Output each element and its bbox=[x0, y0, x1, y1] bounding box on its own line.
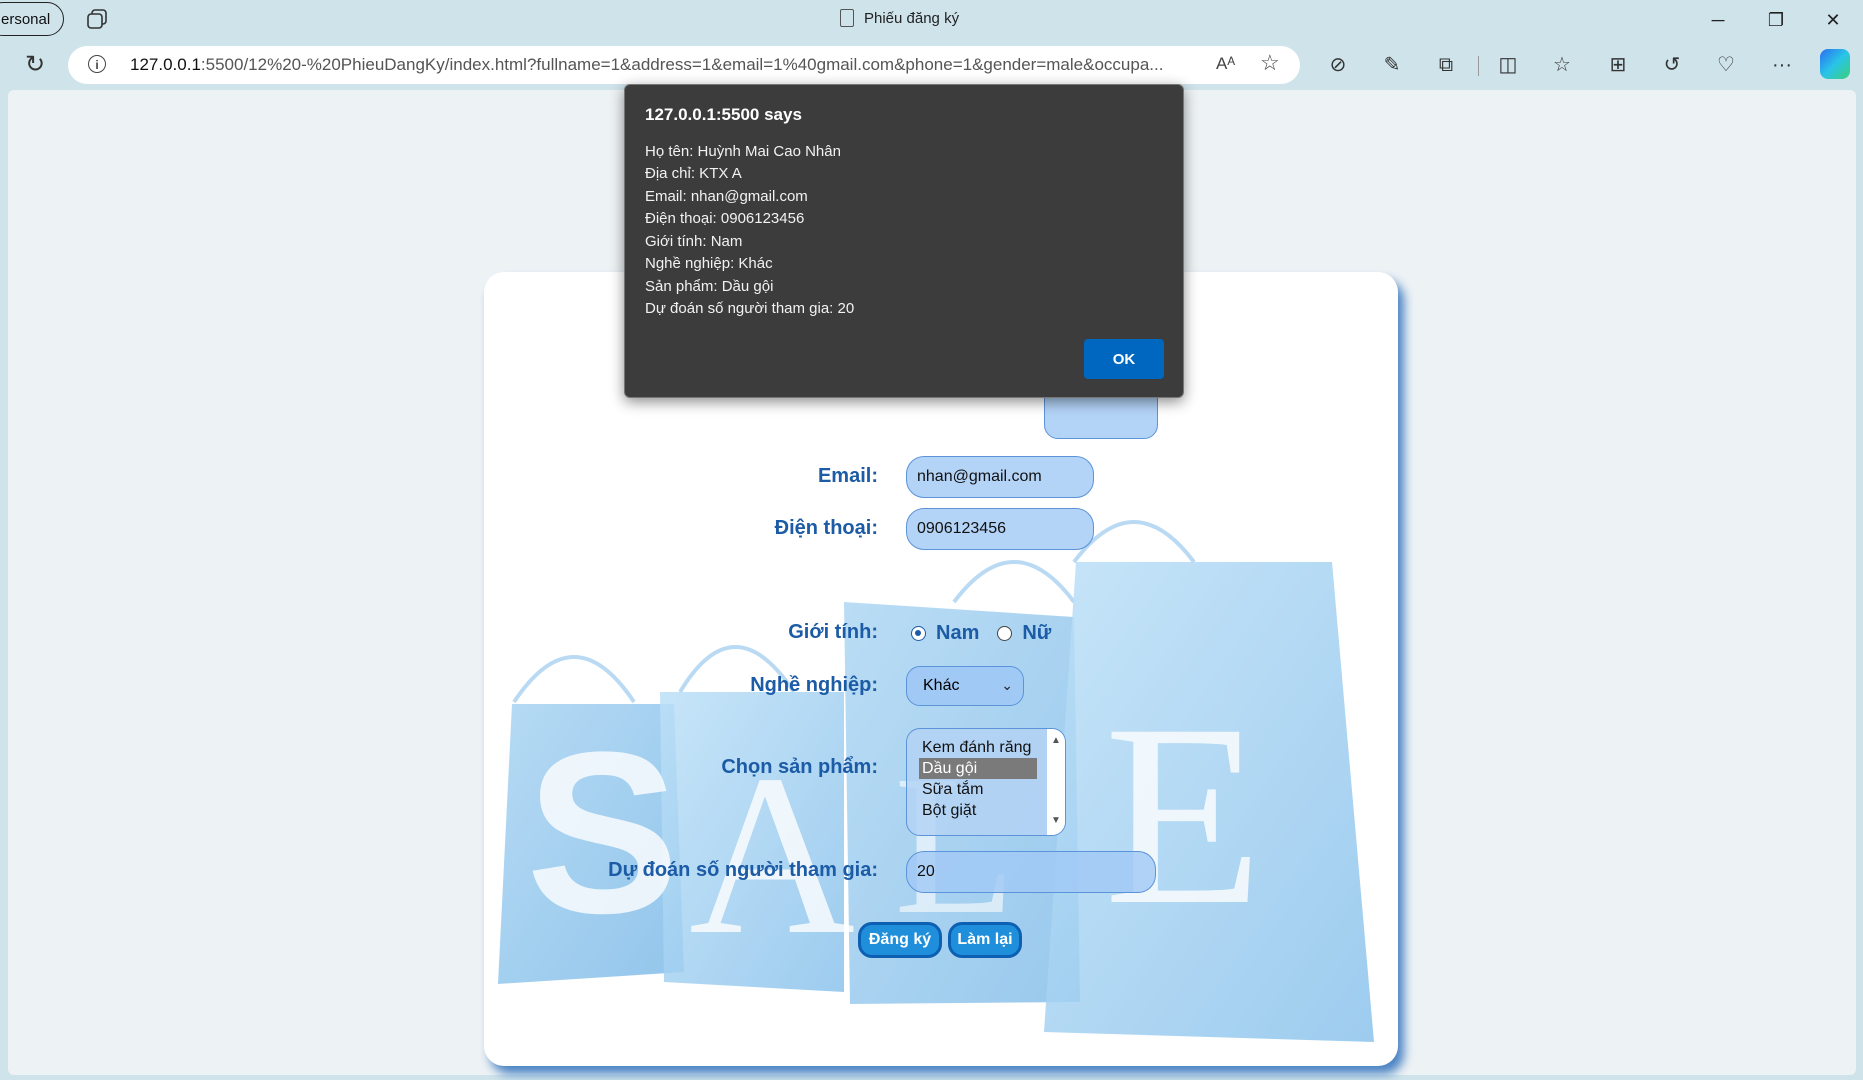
collections-icon[interactable]: ⊞ bbox=[1604, 51, 1632, 79]
occupation-label: Nghề nghiệp: bbox=[750, 674, 878, 696]
more-icon[interactable]: ··· bbox=[1768, 51, 1796, 79]
gender-radio-female[interactable] bbox=[997, 626, 1013, 641]
product-listbox[interactable]: Kem đánh răng Dầu gội Sữa tắm Bột giặt ▲… bbox=[906, 728, 1066, 836]
toolbar-divider bbox=[1478, 56, 1479, 76]
guess-label: Dự đoán số người tham gia: bbox=[608, 859, 878, 881]
phone-label: Điện thoại: bbox=[774, 517, 878, 539]
copilot-icon[interactable] bbox=[1820, 49, 1850, 79]
title-bar: ersonal Phiếu đăng ký ─ ❐ ✕ bbox=[0, 0, 1863, 42]
minimize-icon[interactable]: ─ bbox=[1702, 6, 1734, 34]
tabs-icon[interactable] bbox=[86, 8, 112, 32]
product-option[interactable]: Kem đánh răng bbox=[919, 737, 1037, 758]
product-option[interactable]: Sữa tắm bbox=[919, 779, 1037, 800]
page-icon bbox=[840, 9, 854, 27]
dialog-line: Họ tên: Huỳnh Mai Cao Nhân bbox=[645, 143, 841, 160]
alert-dialog: 127.0.0.1:5500 says Họ tên: Huỳnh Mai Ca… bbox=[624, 84, 1184, 398]
tab-title-text: Phiếu đăng ký bbox=[864, 9, 960, 27]
address-bar[interactable]: i 127.0.0.1:5500/12%20-%20PhieuDangKy/in… bbox=[68, 46, 1300, 84]
dialog-line: Giới tính: Nam bbox=[645, 233, 743, 250]
occupation-select[interactable]: Khác ⌄ bbox=[906, 666, 1024, 706]
product-option-selected[interactable]: Dầu gội bbox=[919, 758, 1037, 779]
tab-title: Phiếu đăng ký bbox=[840, 9, 959, 27]
dialog-title: 127.0.0.1:5500 says bbox=[645, 105, 802, 124]
favorite-star-icon[interactable]: ☆ bbox=[1260, 50, 1280, 76]
svg-text:E: E bbox=[1104, 671, 1263, 959]
tracking-icon[interactable]: ⊘ bbox=[1324, 51, 1352, 79]
performance-icon[interactable]: ♡ bbox=[1712, 51, 1740, 79]
url-path: :5500/12%20-%20PhieuDangKy/index.html?fu… bbox=[200, 55, 1164, 74]
restore-icon[interactable]: ❐ bbox=[1760, 6, 1792, 34]
phone-input[interactable]: 0906123456 bbox=[906, 508, 1094, 550]
url-host: 127.0.0.1 bbox=[130, 55, 201, 74]
split-screen-icon[interactable]: ◫ bbox=[1494, 51, 1522, 79]
product-option[interactable]: Bột giặt bbox=[919, 800, 1037, 821]
guess-input[interactable]: 20 bbox=[906, 851, 1156, 893]
profile-button[interactable]: ersonal bbox=[0, 2, 64, 36]
listbox-scrollbar[interactable]: ▲ ▼ bbox=[1047, 729, 1065, 835]
read-aloud-icon[interactable]: Aᴬ bbox=[1216, 54, 1235, 74]
reset-button[interactable]: Làm lại bbox=[948, 922, 1022, 958]
svg-text:S: S bbox=[526, 704, 679, 961]
url-text[interactable]: 127.0.0.1:5500/12%20-%20PhieuDangKy/inde… bbox=[130, 55, 1260, 75]
eyedropper-icon[interactable]: ✎ bbox=[1378, 51, 1406, 79]
product-label: Chọn sản phẩm: bbox=[721, 756, 878, 778]
scroll-up-icon[interactable]: ▲ bbox=[1051, 735, 1061, 746]
email-input[interactable]: nhan@gmail.com bbox=[906, 456, 1094, 498]
gender-label-female: Nữ bbox=[1022, 622, 1052, 644]
dialog-line: Dự đoán số người tham gia: 20 bbox=[645, 300, 855, 317]
dialog-line: Email: nhan@gmail.com bbox=[645, 188, 808, 205]
submit-button[interactable]: Đăng ký bbox=[858, 922, 942, 958]
chevron-down-icon: ⌄ bbox=[1001, 677, 1013, 693]
reload-icon[interactable]: ↻ bbox=[20, 50, 50, 79]
info-icon[interactable]: i bbox=[88, 55, 106, 73]
extensions-icon[interactable]: ⧉ bbox=[1432, 51, 1460, 79]
favorites-icon[interactable]: ☆ bbox=[1548, 51, 1576, 79]
history-icon[interactable]: ↺ bbox=[1658, 51, 1686, 79]
dialog-line: Nghề nghiệp: Khác bbox=[645, 255, 773, 272]
ok-button[interactable]: OK bbox=[1084, 339, 1164, 379]
occupation-selected-value: Khác bbox=[923, 677, 960, 694]
dialog-line: Địa chỉ: KTX A bbox=[645, 165, 742, 182]
dialog-line: Điện thoại: 0906123456 bbox=[645, 210, 805, 227]
gender-label: Giới tính: bbox=[788, 621, 878, 643]
email-label: Email: bbox=[817, 465, 878, 487]
gender-radio-male[interactable] bbox=[911, 626, 926, 641]
scroll-down-icon[interactable]: ▼ bbox=[1051, 815, 1061, 826]
browser-toolbar: ↻ i 127.0.0.1:5500/12%20-%20PhieuDangKy/… bbox=[0, 42, 1863, 88]
close-icon[interactable]: ✕ bbox=[1817, 6, 1849, 34]
gender-label-male: Nam bbox=[936, 622, 980, 644]
gender-radio-group: Nam Nữ bbox=[911, 622, 1051, 645]
dialog-line: Sản phẩm: Dầu gội bbox=[645, 278, 774, 295]
